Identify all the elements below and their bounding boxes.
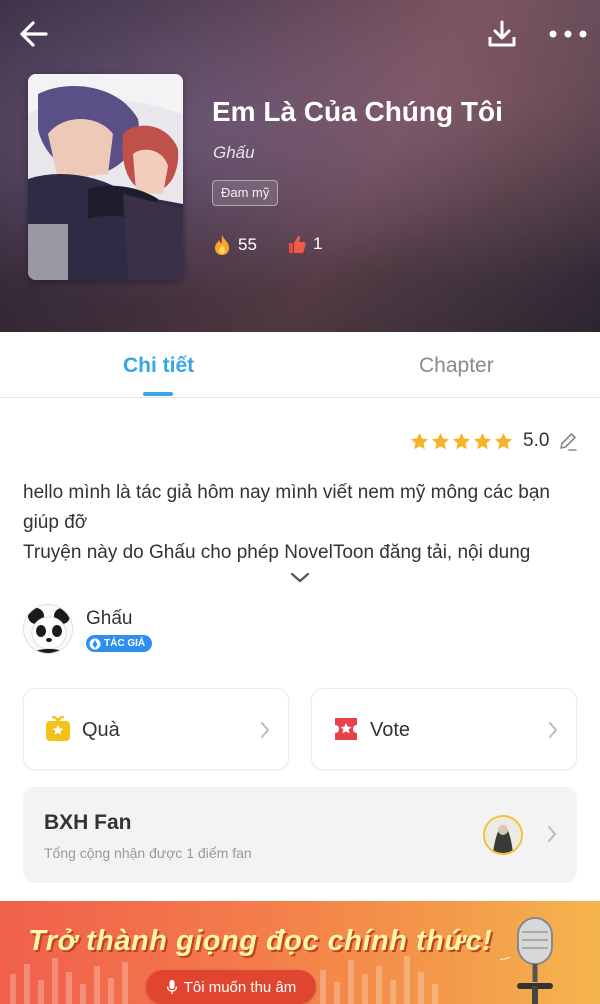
- gift-card-button[interactable]: Quà: [23, 688, 289, 770]
- rating-value: 5.0: [523, 430, 550, 451]
- download-button[interactable]: [480, 14, 524, 54]
- star-icon: [431, 432, 450, 449]
- star-icon: [494, 432, 513, 449]
- book-title: Em Là Của Chúng Tôi: [212, 96, 503, 127]
- star-icon: [473, 432, 492, 449]
- studio-microphone-icon: [500, 917, 553, 1004]
- gift-label: Quà: [82, 719, 120, 741]
- more-dots-icon: [549, 30, 587, 38]
- author-badge-label: TÁC GIẢ: [104, 638, 146, 649]
- description-line: Truyện này do Ghấu cho phép NovelToon đă…: [23, 542, 531, 563]
- likes-stat: 1: [287, 234, 322, 254]
- rating-row: 5.0: [410, 430, 579, 452]
- top-fan-avatar: [483, 815, 523, 855]
- popularity-stat: 55: [212, 234, 257, 256]
- tab-chapter[interactable]: Chapter: [419, 354, 494, 378]
- fire-count: 55: [238, 235, 257, 254]
- back-button[interactable]: [12, 12, 56, 56]
- vote-card-button[interactable]: Vote: [311, 688, 577, 770]
- star-icon: [410, 432, 429, 449]
- thumbs-up-icon: [289, 236, 306, 253]
- author-role-badge: TÁC GIẢ: [86, 635, 153, 652]
- author-avatar[interactable]: [23, 604, 73, 654]
- gift-icon: [46, 715, 70, 741]
- book-description: hello mình là tác giả hôm nay mình viết …: [23, 478, 583, 568]
- author-name[interactable]: Ghấu: [86, 608, 132, 630]
- fan-ranking-title: BXH Fan: [44, 811, 132, 834]
- fan-ranking-subtitle: Tổng cộng nhận được 1 điểm fan: [44, 845, 252, 861]
- microphone-icon: [166, 980, 177, 994]
- active-tab-indicator: [143, 392, 173, 396]
- chevron-right-icon: [549, 722, 557, 738]
- chevron-down-icon[interactable]: [287, 568, 313, 588]
- star-icon: [452, 432, 471, 449]
- record-button-label: Tôi muốn thu âm: [183, 978, 297, 996]
- book-header: Em Là Của Chúng Tôi Ghấu Đam mỹ 55 1: [0, 0, 600, 332]
- book-cover: [28, 74, 183, 280]
- tab-bar: Chi tiết Chapter: [0, 332, 600, 398]
- fire-icon: [215, 235, 229, 255]
- arrow-left-icon: [20, 21, 48, 47]
- fan-ranking-card[interactable]: BXH Fan Tổng cộng nhận được 1 điểm fan: [23, 787, 577, 883]
- download-icon: [488, 20, 516, 47]
- vote-ticket-icon: [335, 718, 357, 740]
- pen-nib-icon: [89, 638, 101, 649]
- pencil-icon[interactable]: [557, 430, 579, 452]
- vote-label: Vote: [370, 719, 411, 741]
- banner-headline: Trở thành giọng đọc chính thức!: [28, 925, 493, 957]
- more-options-button[interactable]: [544, 14, 592, 54]
- like-count: 1: [313, 234, 323, 253]
- description-line: hello mình là tác giả hôm nay mình viết …: [23, 482, 550, 533]
- tab-details[interactable]: Chi tiết: [123, 354, 194, 378]
- star-rating[interactable]: [410, 432, 513, 451]
- chevron-right-icon: [548, 826, 556, 842]
- book-author[interactable]: Ghấu: [213, 143, 255, 163]
- genre-tag[interactable]: Đam mỹ: [212, 180, 279, 206]
- record-button[interactable]: Tôi muốn thu âm: [146, 970, 316, 1004]
- chevron-right-icon: [261, 722, 269, 738]
